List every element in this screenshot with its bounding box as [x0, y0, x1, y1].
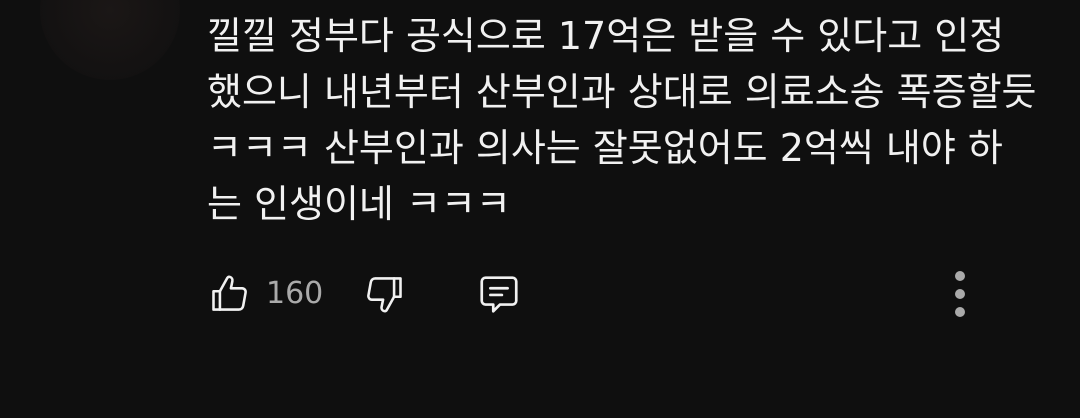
- like-button[interactable]: [204, 266, 256, 322]
- thumbs-up-icon: [208, 272, 252, 316]
- thumbs-down-icon: [362, 272, 406, 316]
- dislike-button[interactable]: [358, 266, 410, 322]
- comment-text: 낄낄 정부다 공식으로 17억은 받을 수 있다고 인정했으니 내년부터 산부인…: [207, 14, 1049, 226]
- avatar[interactable]: [40, 0, 180, 80]
- reply-icon: [476, 271, 522, 317]
- comment-action-bar: 160: [0, 266, 1080, 322]
- more-options-button[interactable]: [940, 266, 980, 322]
- like-count: 160: [266, 276, 324, 311]
- reply-button[interactable]: [472, 266, 526, 322]
- more-vertical-icon: [950, 268, 970, 320]
